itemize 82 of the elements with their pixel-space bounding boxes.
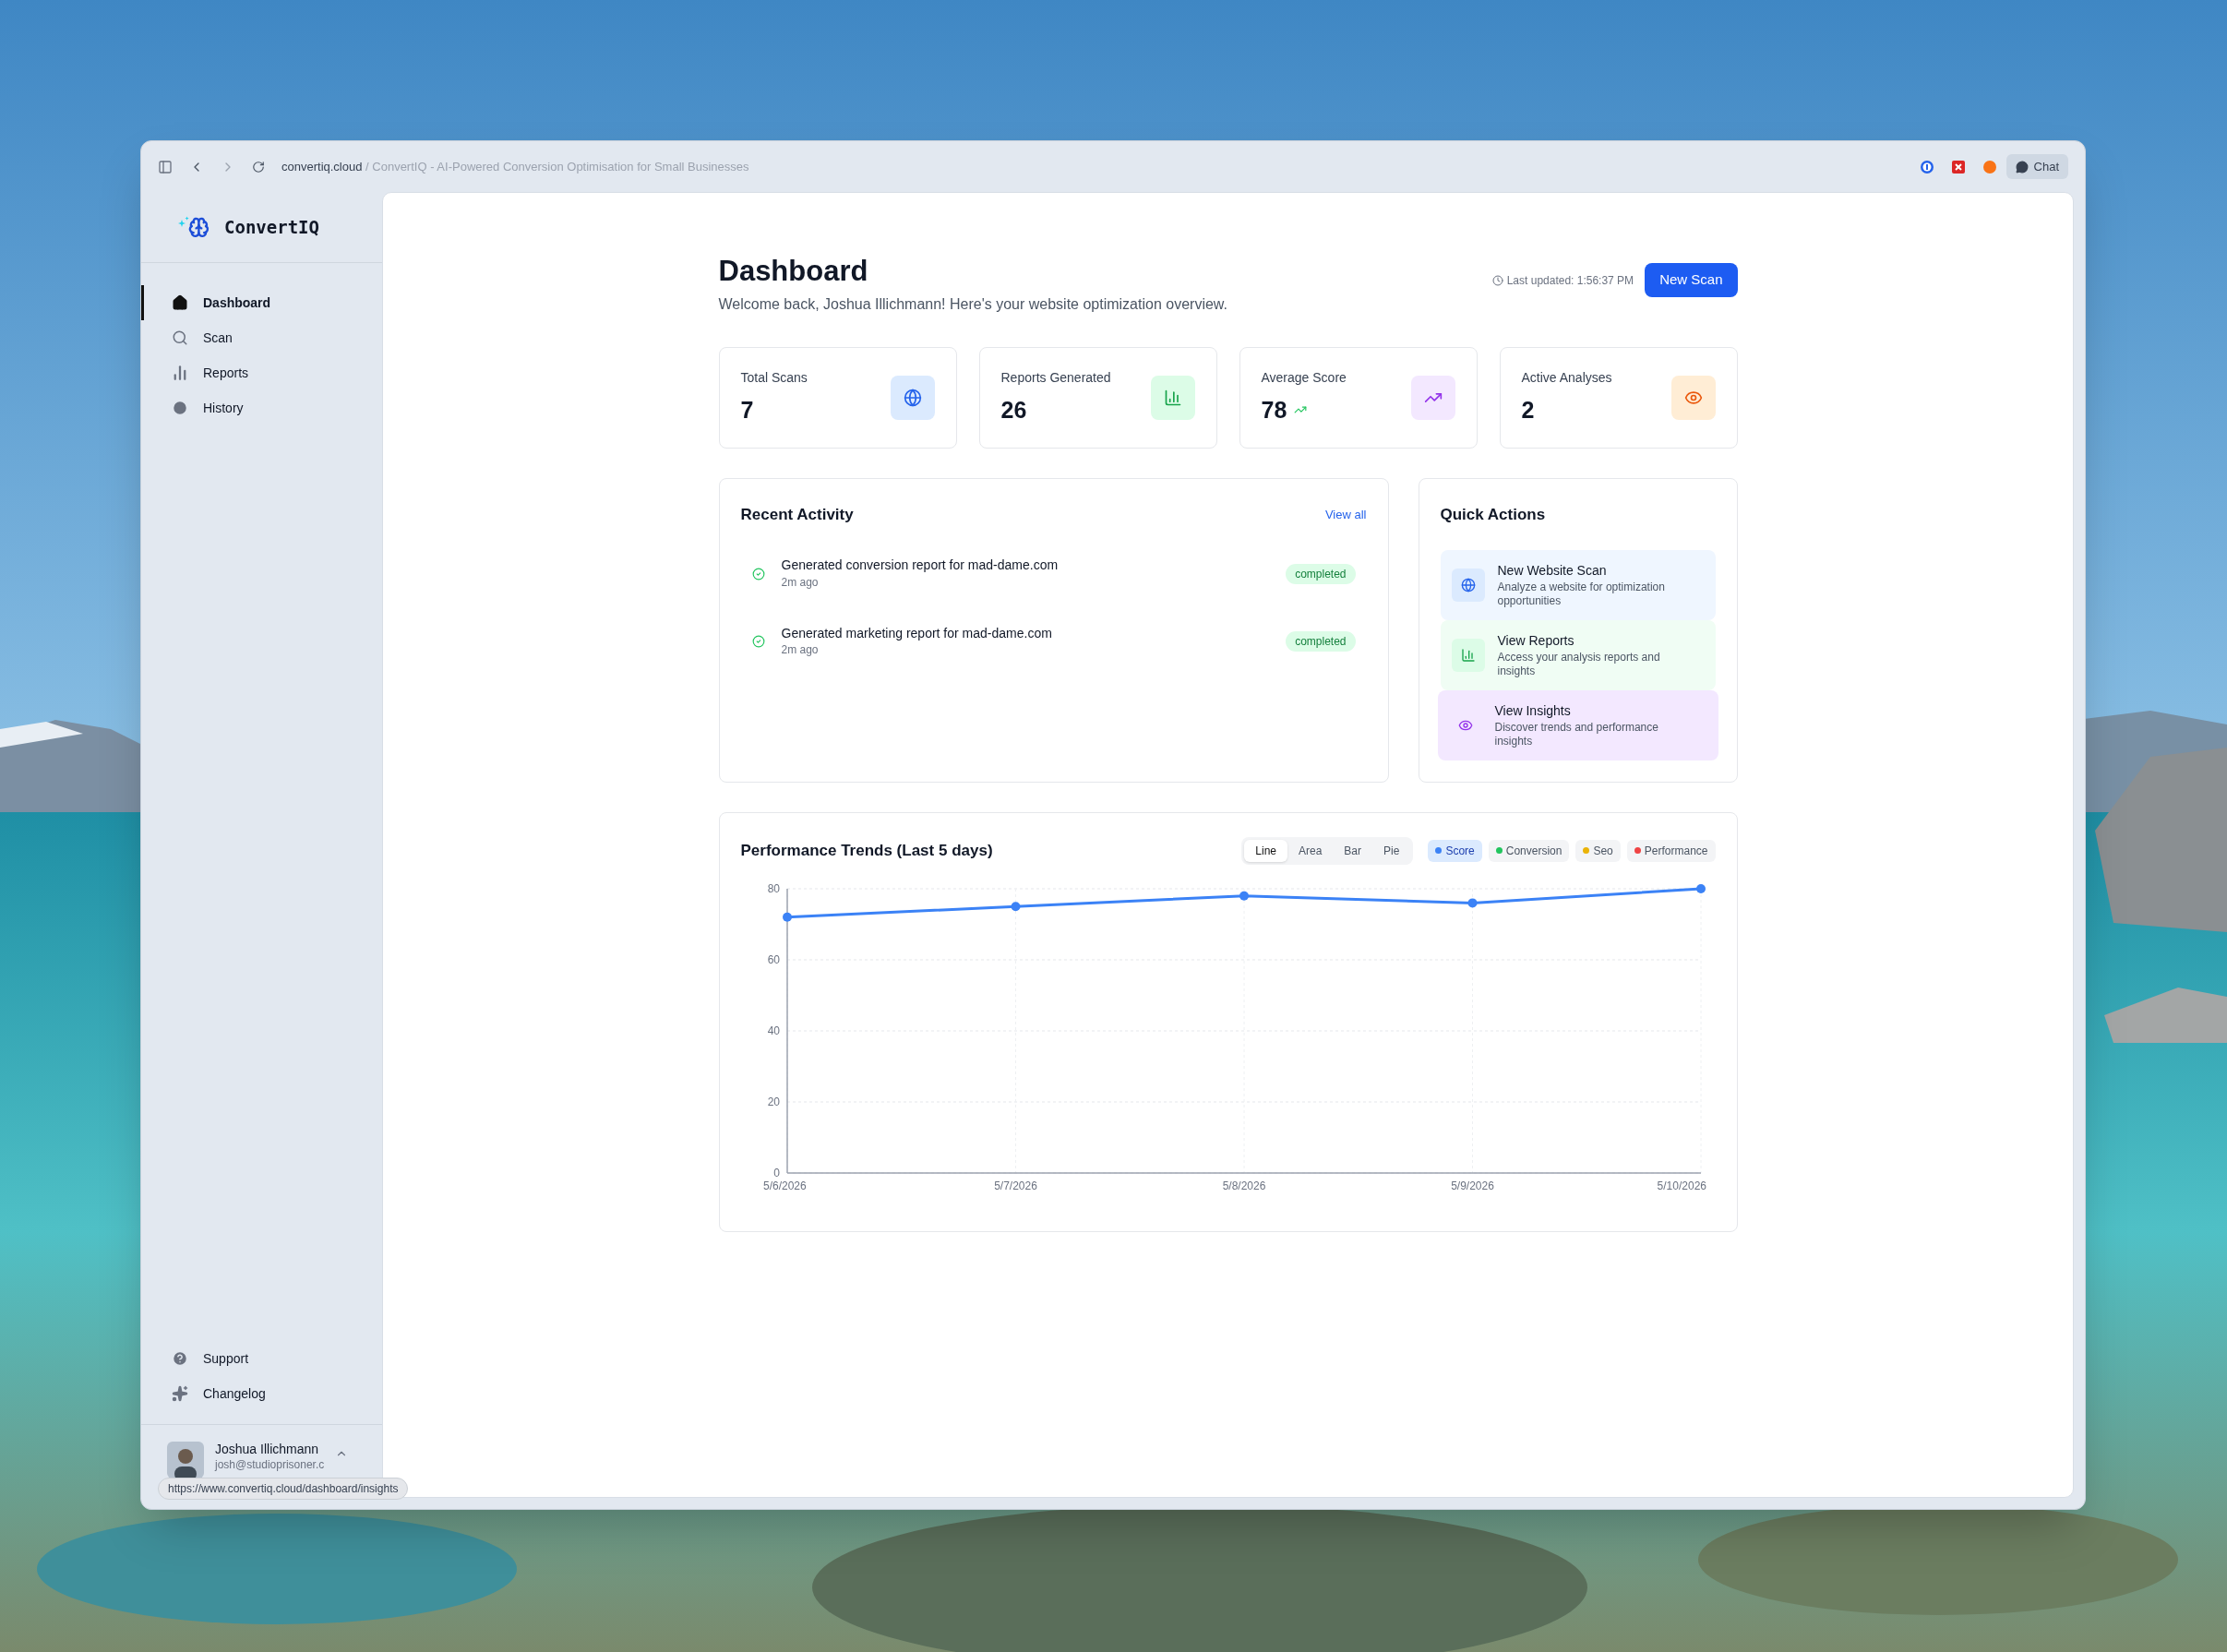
y-tick-label: 80 <box>767 881 780 895</box>
data-point <box>1467 898 1477 908</box>
action-title: View Reports <box>1497 632 1575 649</box>
stat-value: 26 <box>1000 395 1027 425</box>
user-name: Joshua Illichmann <box>215 1442 320 1458</box>
app-logo-text: ConvertIQ <box>224 215 319 239</box>
help-icon <box>172 1350 188 1367</box>
quick-action-item[interactable]: New Website Scan Analyze a website for optimization opportunities <box>1440 550 1716 621</box>
check-circle-icon <box>751 635 765 648</box>
data-point <box>782 912 792 922</box>
action-description: Analyze a website for optimization opportunities <box>1497 581 1666 608</box>
activity-time: 2m ago <box>781 643 820 658</box>
metric-toggle[interactable]: Conversion <box>1488 839 1570 862</box>
card-title: Quick Actions <box>1440 504 1547 525</box>
view-all-link[interactable]: View all <box>1324 505 1367 524</box>
chart-type-tab[interactable]: Bar <box>1333 839 1373 862</box>
activity-time: 2m ago <box>781 575 820 590</box>
y-tick-label: 40 <box>767 1024 780 1037</box>
action-title: New Website Scan <box>1497 562 1608 579</box>
chart-type-tab[interactable]: Line <box>1244 839 1287 862</box>
chat-bubble-icon <box>2015 160 2029 174</box>
status-url-tooltip: https://www.convertiq.cloud/dashboard/insights <box>158 1478 409 1500</box>
sidebar-item[interactable]: Changelog <box>141 1376 382 1411</box>
page-title: Dashboard <box>718 254 869 289</box>
chart-type-tab[interactable]: Pie <box>1372 839 1411 862</box>
y-tick-label: 0 <box>772 1166 780 1179</box>
sidebar-item[interactable]: Scan <box>141 320 382 355</box>
data-point <box>1011 902 1020 911</box>
sidebar-item[interactable]: Reports <box>141 355 382 390</box>
globe-icon <box>903 388 922 407</box>
action-description: Access your analysis reports and insights <box>1497 651 1661 678</box>
sidebar-item[interactable]: History <box>141 390 382 425</box>
activity-text: Generated conversion report for mad-dame.com <box>781 557 1060 574</box>
sidebar-item[interactable]: Support <box>141 1341 382 1376</box>
stat-label: Average Score <box>1261 368 1347 387</box>
bar-chart-icon <box>1163 388 1182 407</box>
sidebar-toggle-icon[interactable] <box>158 159 173 174</box>
extension-icon[interactable] <box>1919 159 1934 174</box>
x-tick-label: 5/8/2026 <box>1222 1179 1265 1192</box>
stat-value: 7 <box>740 395 754 425</box>
card-title: Performance Trends (Last 5 days) <box>740 841 993 861</box>
user-email: josh@studioprisoner.c <box>215 1457 325 1472</box>
activity-text: Generated marketing report for mad-dame.com <box>781 625 1053 642</box>
stat-label: Total Scans <box>740 368 808 387</box>
action-description: Discover trends and performance insights <box>1494 721 1659 748</box>
x-tick-label: 5/9/2026 <box>1450 1179 1494 1192</box>
address-bar[interactable]: convertiq.cloud / ConvertIQ - AI-Powered Conversion Optimisation for Small Businesses <box>281 157 1903 176</box>
reload-icon[interactable] <box>252 160 265 174</box>
stat-value: 78 <box>1261 395 1287 425</box>
card-title: Recent Activity <box>740 504 854 525</box>
y-tick-label: 60 <box>767 952 780 966</box>
avatar <box>167 1442 204 1478</box>
chat-button[interactable]: Chat <box>2005 153 2068 180</box>
data-point <box>1239 891 1249 901</box>
chart-type-tab[interactable]: Area <box>1287 839 1334 862</box>
metric-toggle[interactable]: Performance <box>1626 839 1716 862</box>
search-icon <box>172 329 188 346</box>
extension-icon[interactable] <box>1950 159 1966 174</box>
welcome-text: Welcome back, Joshua Illichmann! Here's your website optimization overview. <box>718 294 1227 314</box>
x-tick-label: 5/10/2026 <box>1657 1179 1706 1192</box>
stat-label: Reports Generated <box>1000 368 1111 387</box>
x-tick-label: 5/7/2026 <box>993 1179 1037 1192</box>
last-updated-text: Last updated: 1:56:37 PM <box>1506 272 1634 289</box>
metric-toggle[interactable]: Score <box>1428 839 1482 862</box>
new-scan-button[interactable]: New Scan <box>1645 263 1738 297</box>
status-badge: completed <box>1286 631 1356 652</box>
sparkles-icon <box>172 1385 188 1402</box>
bar-chart-icon <box>1460 648 1476 664</box>
check-circle-icon <box>751 567 765 581</box>
quick-action-item[interactable]: View Insights Discover trends and performance insights <box>1437 690 1718 761</box>
status-badge: completed <box>1286 563 1356 584</box>
y-tick-label: 20 <box>767 1095 780 1108</box>
data-point <box>1695 883 1706 893</box>
stat-label: Active Analyses <box>1521 368 1612 387</box>
quick-action-item[interactable]: View Reports Access your analysis reports and insights <box>1440 620 1716 691</box>
bar-chart-icon <box>172 365 188 381</box>
metric-toggle[interactable]: Seo <box>1575 839 1621 862</box>
x-tick-label: 5/6/2026 <box>762 1179 807 1192</box>
action-title: View Insights <box>1494 702 1572 719</box>
home-icon <box>172 294 188 311</box>
stat-value: 2 <box>1521 395 1535 425</box>
globe-icon <box>1460 578 1476 593</box>
